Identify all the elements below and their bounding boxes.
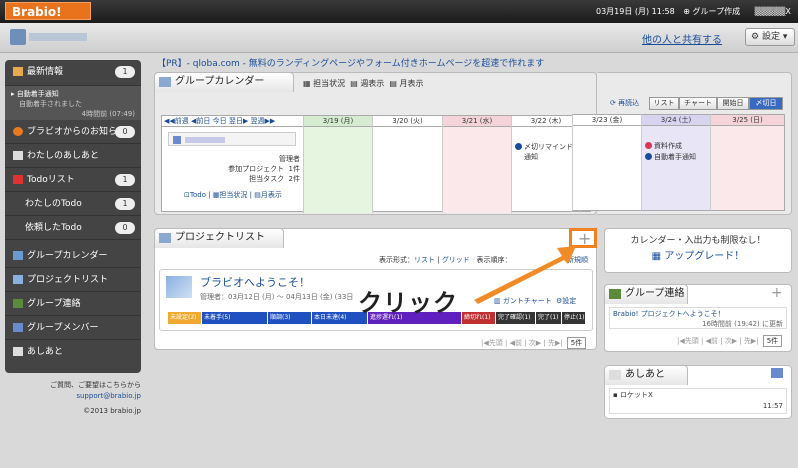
sub-header: 他の人と共有する ⚙ 設定 ▾ xyxy=(0,23,798,53)
month-link[interactable]: ▤月表示 xyxy=(254,191,282,199)
sidebar-item-group-calendar[interactable]: グループカレンダー xyxy=(5,244,141,268)
sidebar: 最新情報 1 ▸ 自動着手通知 自動着手されました 4時間前 (07:49) ブラ… xyxy=(5,60,141,373)
top-info: 03月19日 (月) 11:58 ⊕ グループ作成 ▒▒▒▒▒X xyxy=(596,0,798,23)
sidebar-item-notice[interactable]: ブラビオからのお知らせ 0 xyxy=(5,120,141,144)
nav-prev-day[interactable]: ◀前日 xyxy=(191,117,210,125)
sidebar-item-project-list[interactable]: プロジェクトリスト xyxy=(5,268,141,292)
status-on-track[interactable]: 順調(3) xyxy=(268,312,312,324)
news-icon xyxy=(13,67,23,76)
day-column[interactable]: 3/21 (水) xyxy=(442,116,511,213)
calendar-panel: グループカレンダー ▦ 担当状況 ▤ 週表示 ▤ 月表示 ⟳ 再読込 リスト チ… xyxy=(154,72,783,215)
day-column[interactable]: 3/23 (金) xyxy=(572,114,641,211)
sidebar-item-group-contact[interactable]: グループ連絡 xyxy=(5,292,141,316)
view-chart-button[interactable]: チャート xyxy=(679,97,717,110)
group-contact-tab[interactable]: グループ連絡 xyxy=(604,284,688,304)
arrow-annotation xyxy=(474,246,576,304)
view-list-button[interactable]: リスト xyxy=(649,97,679,110)
project-icon xyxy=(159,233,171,243)
project-pager: |◀先頭 | ◀前 | 次▶ | 先▶| 5件 xyxy=(481,337,587,349)
calendar-grid: ◀◀前週 ◀前日 今日 翌日▶ 翌週▶▶ 管理者 参加プロジェクト 1件 担当タ… xyxy=(161,115,591,213)
day-column[interactable]: 3/24 (土) 資料作成 自動着手通知 xyxy=(641,114,710,211)
status-overdue[interactable]: 締切れ(1) xyxy=(462,312,496,324)
nav-prev-week[interactable]: ◀◀前週 xyxy=(164,117,189,125)
top-bar: Brabio! 03月19日 (月) 11:58 ⊕ グループ作成 ▒▒▒▒▒X xyxy=(0,0,798,23)
sidebar-footer: ご質問、ご要望はこちらから support@brabio.jp ©2013 br… xyxy=(5,380,141,417)
todo-link[interactable]: ⊡Todo xyxy=(184,191,206,199)
sidebar-item-req-todo[interactable]: 依頼したTodo 0 xyxy=(5,216,141,240)
contact-item[interactable]: Brabio! プロジェクトへようこそ！ 16時間前 (19:42) に更新 xyxy=(609,307,787,329)
user-menu[interactable]: ▒▒▒▒▒X xyxy=(755,7,797,16)
project-list-tab[interactable]: プロジェクトリスト xyxy=(154,228,284,248)
status-confirm[interactable]: 完了確認(1) xyxy=(496,312,536,324)
per-page-select[interactable]: 5件 xyxy=(566,337,587,349)
ashiato-tab[interactable]: あしあと xyxy=(604,365,688,385)
tab-status[interactable]: ▦ 担当状況 xyxy=(303,79,345,88)
day-column[interactable]: 3/22 (木) 〆切リマインド 通知 xyxy=(511,116,580,213)
ashiato-panel: あしあと ▪ ロケットX 11:57 xyxy=(604,365,792,419)
event-material[interactable]: 資料作成 xyxy=(645,141,682,151)
pr-banner[interactable]: 【PR】- qloba.com - 無料のランディングページやフォーム付きホーム… xyxy=(157,56,544,69)
format-list[interactable]: リスト xyxy=(414,256,435,264)
click-annotation: クリック xyxy=(358,289,458,317)
status-link[interactable]: ▦担当状況 xyxy=(213,191,248,199)
tab-month[interactable]: ▤ 月表示 xyxy=(389,79,423,88)
sidebar-item-ashiato[interactable]: あしあと xyxy=(5,340,141,364)
auto-notice-item[interactable]: ▸ 自動着手通知 自動着手されました 4時間前 (07:49) xyxy=(5,86,141,120)
sidebar-item-todo[interactable]: Todoリスト 1 xyxy=(5,168,141,192)
member-links: ⊡Todo | ▦担当状況 | ▤月表示 xyxy=(184,191,282,199)
nav-today[interactable]: 今日 xyxy=(213,117,227,125)
sidebar-item-footprint[interactable]: わたしのあしあと xyxy=(5,144,141,168)
reload-link[interactable]: ⟳ 再読込 xyxy=(610,98,639,108)
footprint-icon xyxy=(609,370,621,380)
event-reminder[interactable]: 〆切リマインド xyxy=(515,142,573,152)
event-auto-start[interactable]: 自動着手通知 xyxy=(645,152,696,162)
member-card[interactable] xyxy=(168,132,296,146)
status-not-started[interactable]: 未着手(5) xyxy=(202,312,268,324)
contact-pager: |◀先頭 | ◀前 | 次▶ | 先▶| 5件 xyxy=(677,335,783,347)
members-icon[interactable] xyxy=(771,368,783,378)
view-deadline-button[interactable]: 〆切日 xyxy=(749,97,783,110)
member-stats: 管理者 参加プロジェクト 1件 担当タスク 2件 xyxy=(228,155,300,183)
group-create-link[interactable]: ⊕ グループ作成 xyxy=(683,7,746,16)
contact-icon xyxy=(609,289,621,299)
nav-next-day[interactable]: 翌日▶ xyxy=(229,117,248,125)
project-thumbnail-icon xyxy=(166,276,192,298)
day-column[interactable]: 3/25 (日) xyxy=(710,114,785,211)
group-icon xyxy=(10,29,26,45)
share-link[interactable]: 他の人と共有する xyxy=(642,31,722,46)
sidebar-item-group-member[interactable]: グループメンバー xyxy=(5,316,141,340)
project-name[interactable]: ブラビオへようこそ！ xyxy=(200,274,310,290)
day-column[interactable]: 3/19 (月) xyxy=(303,116,372,213)
calendar-tab[interactable]: グループカレンダー xyxy=(154,72,294,92)
ashiato-item[interactable]: ▪ ロケットX 11:57 xyxy=(609,388,787,414)
status-done[interactable]: 完了(1) xyxy=(536,312,562,324)
day-column[interactable]: 3/20 (火) xyxy=(372,116,442,213)
calendar-icon xyxy=(159,77,171,87)
project-meta: 管理者：03月12日 (月) 〜 04月13日 (金) (33日 xyxy=(200,293,354,301)
group-name xyxy=(10,29,90,45)
group-contact-panel: グループ連絡 + Brabio! プロジェクトへようこそ！ 16時間前 (19:… xyxy=(604,284,792,352)
member-avatar xyxy=(173,136,181,144)
status-unset[interactable]: 未設定(2) xyxy=(168,312,202,324)
sidebar-item-my-todo[interactable]: わたしのTodo 1 xyxy=(5,192,141,216)
date-display: 03月19日 (月) 11:58 xyxy=(596,7,675,16)
add-contact-icon[interactable]: + xyxy=(771,285,783,301)
nav-next-week[interactable]: 翌週▶▶ xyxy=(251,117,276,125)
calendar-nav: ◀◀前週 ◀前日 今日 翌日▶ 翌週▶▶ xyxy=(162,116,303,127)
settings-button[interactable]: ⚙ 設定 ▾ xyxy=(745,28,795,46)
brabio-logo[interactable]: Brabio! xyxy=(5,2,91,20)
status-stopped[interactable]: 停止(1) xyxy=(562,312,586,324)
format-grid[interactable]: グリッド xyxy=(442,256,470,264)
support-mail-link[interactable]: support@brabio.jp xyxy=(5,391,141,402)
calendar-tabs: ▦ 担当状況 ▤ 週表示 ▤ 月表示 xyxy=(303,78,424,89)
view-start-button[interactable]: 開始日 xyxy=(717,97,749,110)
upgrade-panel[interactable]: カレンダー・入出力も制限なし！ ▦ アップグレード！ xyxy=(604,228,792,273)
tab-week[interactable]: ▤ 週表示 xyxy=(350,79,384,88)
sidebar-item-latest[interactable]: 最新情報 1 xyxy=(5,60,141,86)
